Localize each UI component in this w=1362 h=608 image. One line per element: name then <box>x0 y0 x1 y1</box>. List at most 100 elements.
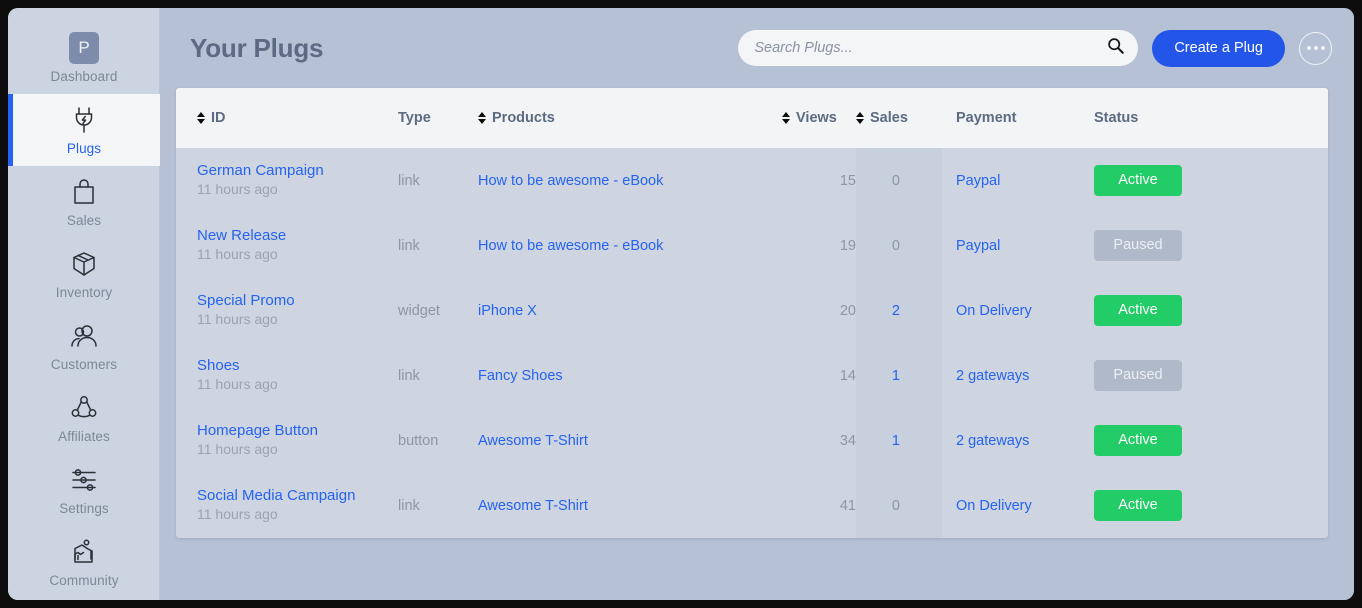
plug-name-link[interactable]: New Release <box>197 227 398 244</box>
cell-type: link <box>398 473 478 538</box>
product-link[interactable]: How to be awesome - eBook <box>478 238 663 254</box>
column-header-products[interactable]: Products <box>478 88 774 148</box>
cell-sales[interactable]: 1 <box>856 343 942 408</box>
cell-views: 15 <box>774 148 856 213</box>
cell-payment: On Delivery <box>942 278 1094 343</box>
sort-arrows-icon[interactable] <box>782 112 790 124</box>
column-header-label: Views <box>796 110 837 126</box>
sidebar-item-dashboard[interactable]: P Dashboard <box>8 22 160 94</box>
sidebar-item-label: Sales <box>67 213 101 228</box>
table-row[interactable]: Homepage Button11 hours agobuttonAwesome… <box>176 408 1328 473</box>
column-header-label: Status <box>1094 110 1138 126</box>
cell-id: Special Promo11 hours ago <box>176 278 398 343</box>
product-link[interactable]: Awesome T-Shirt <box>478 433 588 449</box>
payment-link[interactable]: On Delivery <box>956 498 1032 514</box>
cell-views: 19 <box>774 213 856 278</box>
sort-arrows-icon[interactable] <box>197 112 205 124</box>
main-content: Your Plugs Create a Plug <box>160 8 1354 600</box>
plug-timestamp: 11 hours ago <box>197 374 398 394</box>
sidebar-item-customers[interactable]: Customers <box>8 310 160 382</box>
plug-timestamp: 11 hours ago <box>197 179 398 199</box>
network-icon <box>70 393 98 423</box>
status-badge[interactable]: Active <box>1094 165 1182 196</box>
cell-sales[interactable]: 1 <box>856 408 942 473</box>
sidebar-item-plugs[interactable]: Plugs <box>8 94 160 166</box>
sidebar-item-inventory[interactable]: Inventory <box>8 238 160 310</box>
product-link[interactable]: iPhone X <box>478 303 537 319</box>
plug-name-link[interactable]: Shoes <box>197 357 398 374</box>
column-header-views[interactable]: Views <box>774 88 856 148</box>
cell-type: link <box>398 343 478 408</box>
plug-icon <box>70 105 98 135</box>
column-header-label: Sales <box>870 110 908 126</box>
plug-name-link[interactable]: Social Media Campaign <box>197 487 398 504</box>
cell-id: Social Media Campaign11 hours ago <box>176 473 398 538</box>
status-badge[interactable]: Paused <box>1094 360 1182 391</box>
status-badge[interactable]: Active <box>1094 425 1182 456</box>
sort-arrows-icon[interactable] <box>478 112 486 124</box>
table-row[interactable]: German Campaign11 hours agolinkHow to be… <box>176 148 1328 213</box>
cell-type: link <box>398 148 478 213</box>
product-link[interactable]: Awesome T-Shirt <box>478 498 588 514</box>
cell-status: Active <box>1094 473 1328 538</box>
shopping-bag-icon <box>70 177 98 207</box>
plug-timestamp: 11 hours ago <box>197 439 398 459</box>
cell-status: Active <box>1094 278 1328 343</box>
sidebar-item-community[interactable]: Community <box>8 526 160 598</box>
plug-timestamp: 11 hours ago <box>197 504 398 524</box>
payment-link[interactable]: 2 gateways <box>956 368 1029 384</box>
search-icon[interactable] <box>1107 37 1124 59</box>
status-badge[interactable]: Active <box>1094 295 1182 326</box>
app-window: P Dashboard Plugs Sales Inventory Customers Af… <box>8 8 1354 600</box>
plug-name-link[interactable]: Homepage Button <box>197 422 398 439</box>
sidebar-item-label: Dashboard <box>51 69 118 84</box>
table-row[interactable]: Social Media Campaign11 hours agolinkAwe… <box>176 473 1328 538</box>
status-badge[interactable]: Paused <box>1094 230 1182 261</box>
sidebar-item-settings[interactable]: Settings <box>8 454 160 526</box>
more-options-button[interactable] <box>1299 32 1332 65</box>
top-bar-actions: Create a Plug <box>738 30 1332 67</box>
plugs-table-card: IDTypeProductsViewsSalesPaymentStatus Ge… <box>176 88 1328 538</box>
create-a-plug-button[interactable]: Create a Plug <box>1152 30 1285 67</box>
ellipsis-dot <box>1321 46 1325 50</box>
sidebar-item-label: Customers <box>51 357 117 372</box>
column-header-status: Status <box>1094 88 1328 148</box>
product-link[interactable]: Fancy Shoes <box>478 368 563 384</box>
plug-name-link[interactable]: Special Promo <box>197 292 398 309</box>
cell-id: Homepage Button11 hours ago <box>176 408 398 473</box>
ellipsis-dot <box>1307 46 1311 50</box>
product-link[interactable]: How to be awesome - eBook <box>478 173 663 189</box>
sidebar-item-sales[interactable]: Sales <box>8 166 160 238</box>
column-header-sales[interactable]: Sales <box>856 88 942 148</box>
table-body: German Campaign11 hours agolinkHow to be… <box>176 148 1328 538</box>
logo-badge: P <box>69 32 99 64</box>
page-title: Your Plugs <box>190 33 323 64</box>
cell-product: How to be awesome - eBook <box>478 148 774 213</box>
status-badge[interactable]: Active <box>1094 490 1182 521</box>
top-bar: Your Plugs Create a Plug <box>174 8 1340 88</box>
plug-name-link[interactable]: German Campaign <box>197 162 398 179</box>
payment-link[interactable]: 2 gateways <box>956 433 1029 449</box>
table-row[interactable]: Special Promo11 hours agowidgetiPhone X 2… <box>176 278 1328 343</box>
sidebar-item-label: Inventory <box>56 285 112 300</box>
cell-type: widget <box>398 278 478 343</box>
cell-sales[interactable]: 2 <box>856 278 942 343</box>
cell-id: Shoes11 hours ago <box>176 343 398 408</box>
search-input[interactable] <box>754 40 1107 56</box>
search-box[interactable] <box>738 30 1138 66</box>
sidebar-item-label: Settings <box>59 501 109 516</box>
payment-link[interactable]: Paypal <box>956 238 1000 254</box>
plugs-table: IDTypeProductsViewsSalesPaymentStatus Ge… <box>176 88 1328 538</box>
cell-views: 14 <box>774 343 856 408</box>
sidebar-item-affiliates[interactable]: Affiliates <box>8 382 160 454</box>
table-row[interactable]: New Release11 hours agolinkHow to be awe… <box>176 213 1328 278</box>
column-header-id[interactable]: ID <box>176 88 398 148</box>
sidebar-item-label: Plugs <box>67 141 101 156</box>
sort-arrows-icon[interactable] <box>856 112 864 124</box>
plug-timestamp: 11 hours ago <box>197 244 398 264</box>
payment-link[interactable]: Paypal <box>956 173 1000 189</box>
table-row[interactable]: Shoes11 hours agolinkFancy Shoes 141 2 gat… <box>176 343 1328 408</box>
payment-link[interactable]: On Delivery <box>956 303 1032 319</box>
cell-status: Active <box>1094 148 1328 213</box>
cell-product: Awesome T-Shirt <box>478 473 774 538</box>
